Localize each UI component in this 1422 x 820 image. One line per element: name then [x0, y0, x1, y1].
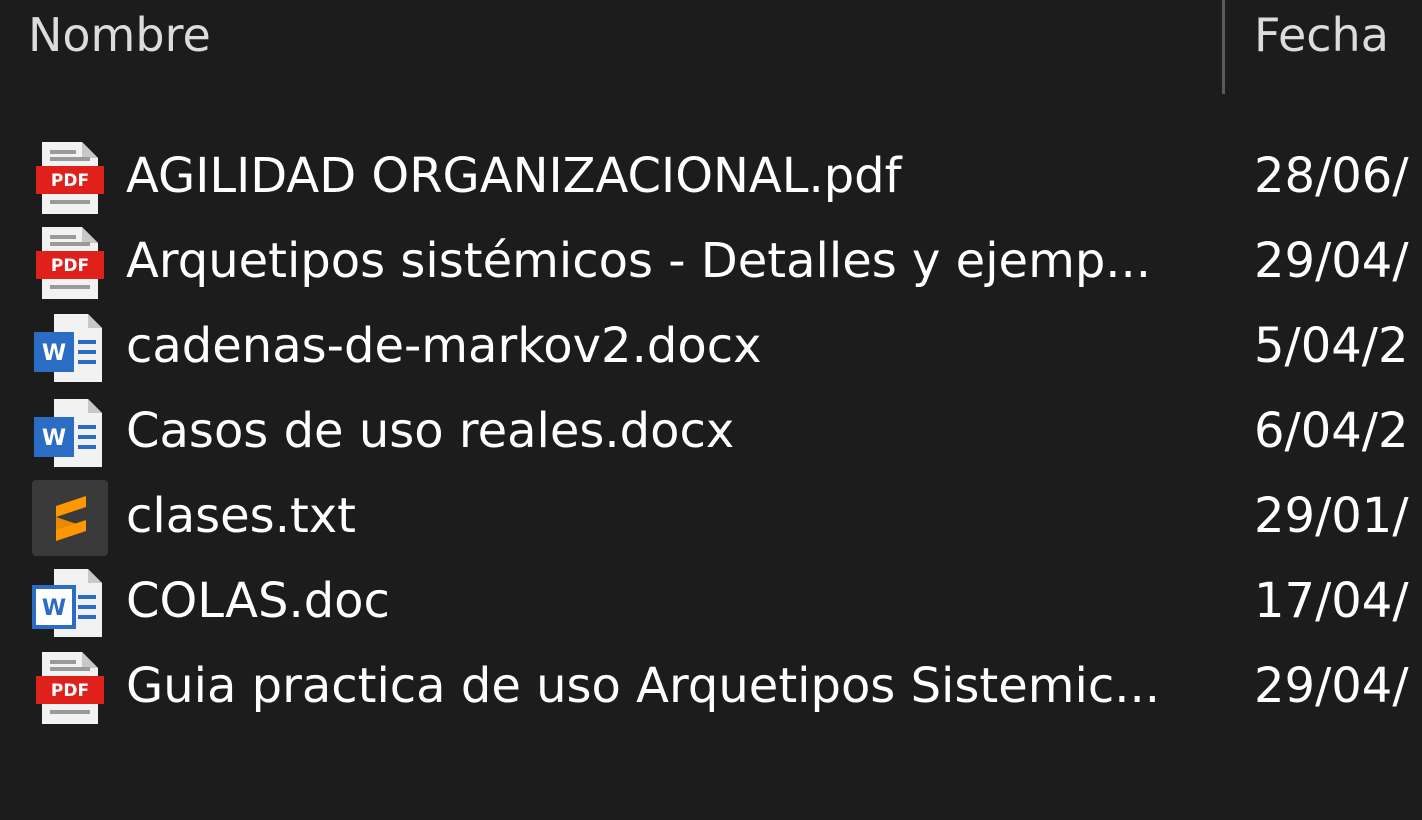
- file-name: Guia practica de uso Arquetipos Sistemic…: [126, 658, 1160, 714]
- column-header-bar: Nombre Fecha: [0, 0, 1422, 96]
- file-row[interactable]: PDF Arquetipos sistémicos - Detalles y e…: [0, 225, 1422, 310]
- file-name: Casos de uso reales.docx: [126, 403, 735, 459]
- pdf-icon: PDF: [32, 650, 108, 726]
- svg-text:W: W: [42, 426, 66, 451]
- file-date: 28/06/: [1254, 148, 1409, 204]
- file-name: cadenas-de-markov2.docx: [126, 318, 762, 374]
- file-explorer-list: Nombre Fecha PDF AGILIDAD ORGANIZACIONAL…: [0, 0, 1422, 820]
- file-row[interactable]: clases.txt 29/01/: [0, 480, 1422, 565]
- file-name: AGILIDAD ORGANIZACIONAL.pdf: [126, 148, 902, 204]
- column-resize-divider[interactable]: [1222, 0, 1225, 94]
- column-header-date[interactable]: Fecha: [1254, 8, 1389, 62]
- file-row[interactable]: PDF AGILIDAD ORGANIZACIONAL.pdf 28/06/: [0, 140, 1422, 225]
- file-name: Arquetipos sistémicos - Detalles y ejemp…: [126, 233, 1152, 289]
- svg-text:PDF: PDF: [51, 171, 89, 191]
- word-docx-icon: W: [32, 395, 108, 471]
- svg-text:PDF: PDF: [51, 256, 89, 276]
- file-name: COLAS.doc: [126, 573, 390, 629]
- file-date: 5/04/2: [1254, 318, 1409, 374]
- file-row[interactable]: PDF Guia practica de uso Arquetipos Sist…: [0, 650, 1422, 735]
- file-date: 6/04/2: [1254, 403, 1409, 459]
- word-docx-icon: W: [32, 310, 108, 386]
- svg-text:W: W: [42, 341, 66, 366]
- sublime-text-icon: [32, 480, 108, 556]
- column-header-name[interactable]: Nombre: [28, 8, 211, 62]
- file-list: PDF AGILIDAD ORGANIZACIONAL.pdf 28/06/ P…: [0, 140, 1422, 735]
- pdf-icon: PDF: [32, 140, 108, 216]
- file-date: 17/04/: [1254, 573, 1409, 629]
- file-row[interactable]: W Casos de uso reales.docx 6/04/2: [0, 395, 1422, 480]
- file-date: 29/01/: [1254, 488, 1409, 544]
- pdf-icon: PDF: [32, 225, 108, 301]
- word-doc-icon: W: [32, 565, 108, 641]
- file-name: clases.txt: [126, 488, 356, 544]
- file-row[interactable]: W cadenas-de-markov2.docx 5/04/2: [0, 310, 1422, 395]
- file-row[interactable]: W COLAS.doc 17/04/: [0, 565, 1422, 650]
- svg-text:PDF: PDF: [51, 681, 89, 701]
- file-date: 29/04/: [1254, 658, 1409, 714]
- file-date: 29/04/: [1254, 233, 1409, 289]
- svg-text:W: W: [42, 596, 66, 621]
